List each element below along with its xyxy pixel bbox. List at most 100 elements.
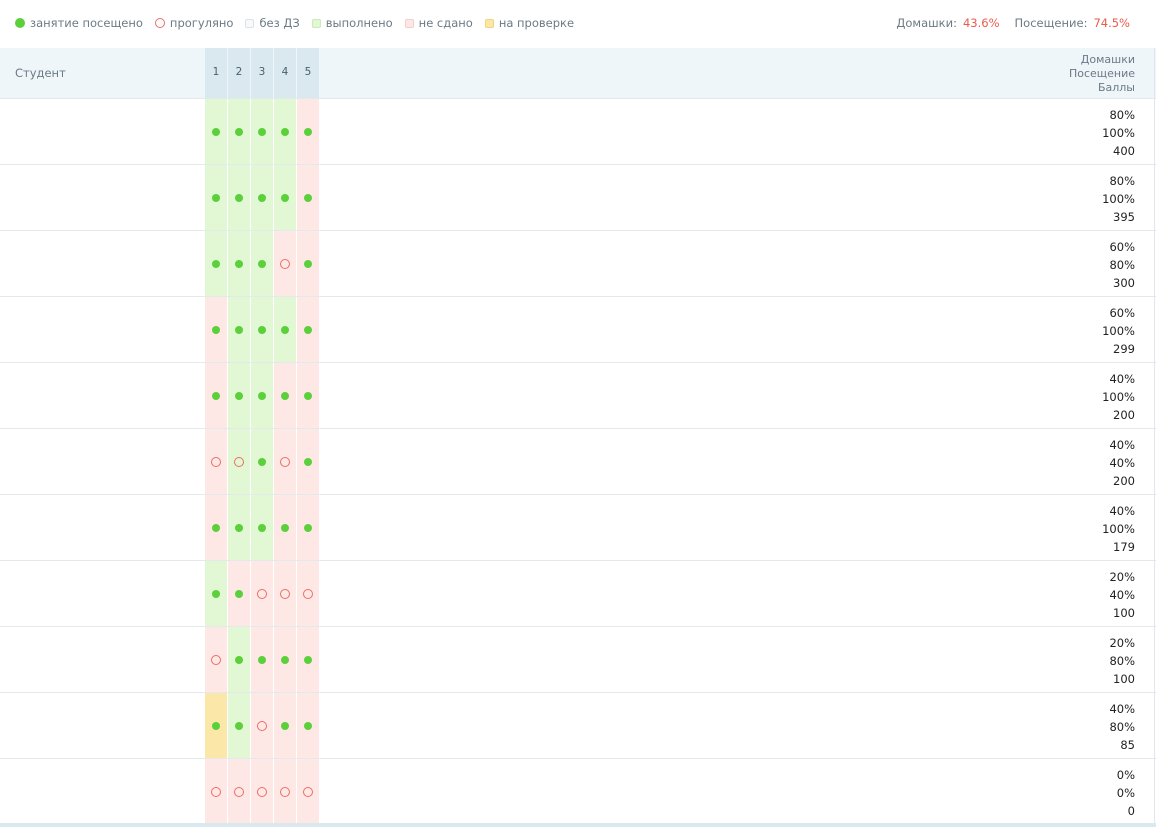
absent-ring-icon [234,456,244,467]
lesson-cell[interactable] [251,165,273,230]
attended-dot-icon [235,721,243,730]
legend-item-label: занятие посещено [30,16,143,30]
attendance-stat-label: Посещение: [1014,16,1088,30]
lesson-cells [205,429,320,494]
lesson-cells [205,759,320,824]
homework-column-header[interactable]: Домашки [1069,53,1135,67]
attended-dot-icon [304,721,312,730]
lesson-cell[interactable] [228,429,250,494]
attended-dot-icon [281,721,289,730]
lesson-header-1[interactable]: 1 [205,48,227,98]
absent-ring-icon [257,786,267,797]
lesson-cell[interactable] [205,627,227,692]
legend-item: выполнено [311,16,393,30]
lesson-cell[interactable] [205,429,227,494]
row-stats: 0% 0% 0 [1117,766,1135,820]
lesson-cell[interactable] [274,363,296,428]
lesson-cell[interactable] [297,429,319,494]
lesson-cell[interactable] [251,429,273,494]
lesson-cells [205,297,320,362]
stats-column-header[interactable]: Домашки Посещение Баллы [1069,53,1135,95]
lesson-cell[interactable] [297,495,319,560]
lesson-cell[interactable] [251,231,273,296]
attended-dot-icon [258,523,266,532]
lesson-cell[interactable] [251,297,273,362]
row-attendance: 0% [1116,786,1135,800]
lesson-cell[interactable] [297,759,319,824]
lesson-cell[interactable] [297,165,319,230]
lesson-cell[interactable] [297,231,319,296]
lesson-cell[interactable] [297,627,319,692]
lesson-cell[interactable] [274,231,296,296]
attended-dot-icon [281,325,289,334]
lesson-cell[interactable] [205,99,227,164]
row-homework: 40% [1109,372,1135,386]
lesson-header-5[interactable]: 5 [297,48,319,98]
lesson-cell[interactable] [274,561,296,626]
lesson-cell[interactable] [251,495,273,560]
lesson-cell[interactable] [228,627,250,692]
lesson-cell[interactable] [205,561,227,626]
lesson-cell[interactable] [274,627,296,692]
row-homework: 20% [1109,636,1135,650]
lesson-cell[interactable] [228,99,250,164]
lesson-cell[interactable] [251,99,273,164]
lesson-cell[interactable] [297,363,319,428]
table-row: 80% 100% 395 [0,165,1156,231]
row-stats: 40% 100% 179 [1102,502,1135,556]
lesson-cell[interactable] [297,561,319,626]
lesson-cell[interactable] [205,759,227,824]
attendance-column-header[interactable]: Посещение [1069,67,1135,81]
lesson-cell[interactable] [228,561,250,626]
lesson-cell[interactable] [205,165,227,230]
lesson-cell[interactable] [274,495,296,560]
absent-ring-icon [211,456,221,467]
row-stats: 80% 100% 395 [1102,172,1135,226]
lesson-header-2[interactable]: 2 [228,48,250,98]
lesson-cell[interactable] [297,99,319,164]
lesson-header-3[interactable]: 3 [251,48,273,98]
table-body: 80% 100% 400 80% 100% 395 60% 80% 300 60% 100% 299 4… [0,99,1156,825]
horizontal-scrollbar[interactable] [0,823,1156,827]
attended-dot-icon [212,193,220,202]
lesson-cell[interactable] [251,363,273,428]
square-check-icon [484,18,494,28]
score-column-header[interactable]: Баллы [1069,81,1135,95]
table-row: 40% 100% 179 [0,495,1156,561]
row-attendance: 100% [1102,390,1135,404]
student-column-header[interactable]: Студент [15,66,66,80]
lesson-cell[interactable] [228,231,250,296]
attended-dot-icon [258,391,266,400]
lesson-cell[interactable] [228,759,250,824]
lesson-cell[interactable] [251,627,273,692]
lesson-cell[interactable] [274,759,296,824]
lesson-cell[interactable] [274,165,296,230]
lesson-cell[interactable] [205,693,227,758]
lesson-cell[interactable] [297,693,319,758]
attended-dot-icon [304,127,312,136]
lesson-cell[interactable] [205,363,227,428]
lesson-cell[interactable] [228,495,250,560]
lesson-cell[interactable] [228,693,250,758]
lesson-cell[interactable] [228,363,250,428]
lesson-cell[interactable] [205,495,227,560]
lesson-cell[interactable] [274,693,296,758]
attended-dot-icon [235,259,243,268]
lesson-cell[interactable] [251,693,273,758]
lesson-cell[interactable] [251,561,273,626]
row-attendance: 80% [1109,720,1135,734]
lesson-header-4[interactable]: 4 [274,48,296,98]
lesson-cell[interactable] [274,297,296,362]
lesson-cell[interactable] [297,297,319,362]
lesson-cell[interactable] [274,429,296,494]
lesson-cell[interactable] [205,231,227,296]
lesson-cell[interactable] [228,297,250,362]
row-score: 200 [1113,474,1135,488]
lesson-cell[interactable] [251,759,273,824]
attended-dot-icon [258,193,266,202]
lesson-cell[interactable] [205,297,227,362]
attended-dot-icon [235,655,243,664]
lesson-cell[interactable] [228,165,250,230]
lesson-cell[interactable] [274,99,296,164]
legend-item-label: не сдано [418,16,473,30]
